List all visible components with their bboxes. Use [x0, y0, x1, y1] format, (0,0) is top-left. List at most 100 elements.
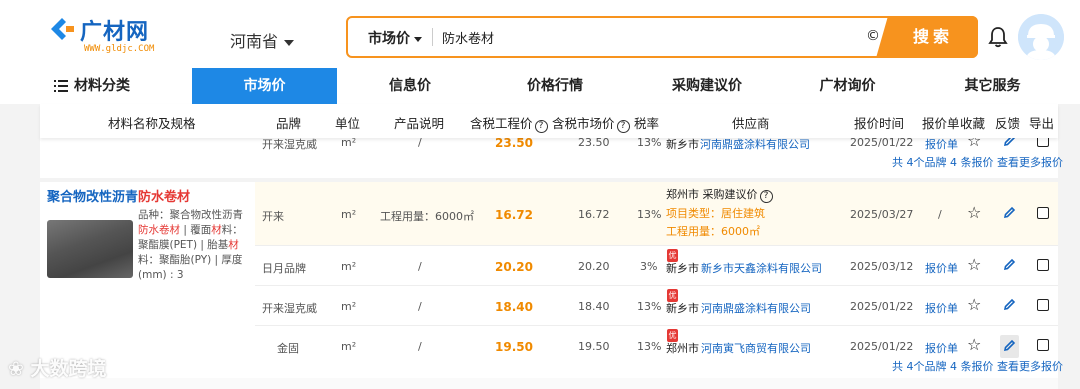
edit-icon[interactable] [1003, 206, 1016, 219]
province-label: 河南省 [230, 32, 279, 51]
cell-time: 2025/01/22 [850, 300, 914, 313]
star-icon[interactable]: ☆ [967, 297, 981, 313]
top-header: 广材网 WWW.gldjc.COM 河南省 市场价 © 搜索 [0, 0, 1080, 68]
watermark: ❀ 大数跨境 [8, 354, 107, 381]
nav-purchase-suggest[interactable]: 采购建议价 [652, 68, 762, 104]
nav-info-price[interactable]: 信息价 [360, 68, 460, 104]
cell-eng-price: 18.40 [495, 300, 533, 314]
edit-button[interactable] [1000, 335, 1019, 358]
quote-link[interactable]: 报价单 [925, 260, 958, 276]
cell-market-price: 18.40 [578, 300, 610, 313]
supplier-link[interactable]: 河南鼎盛涂料有限公司 [700, 136, 810, 152]
quote-link[interactable]: 报价单 [925, 340, 958, 356]
cell-market-price: 16.72 [578, 208, 610, 221]
cell-market-price: 19.50 [578, 340, 610, 353]
help-icon[interactable]: ? [534, 120, 548, 133]
product-image[interactable] [47, 220, 133, 278]
th-market-price-label: 含税市场价 [552, 116, 615, 131]
table-bottom-edge [40, 378, 1058, 389]
bell-icon[interactable] [988, 26, 1008, 48]
export-checkbox[interactable] [1037, 207, 1049, 219]
th-brand: 品牌 [276, 116, 302, 131]
th-feedback: 反馈 [995, 116, 1021, 131]
search-scope-dropdown[interactable]: 市场价 [368, 28, 422, 48]
cell-supplier-line1: 郑州市 采购建议价? [666, 186, 773, 203]
supplier-link[interactable]: 河南寅飞商贸有限公司 [701, 340, 811, 356]
product-title-link[interactable]: 聚合物改性沥青防水卷材 [47, 186, 190, 205]
cell-city: 新乡市 [666, 302, 699, 315]
edit-icon[interactable] [1003, 258, 1016, 271]
cell-brand: 金固 [277, 342, 299, 355]
star-icon[interactable]: ☆ [967, 337, 981, 353]
product-group: 聚合物改性沥青防水卷材 品种：聚合物改性沥青 防水卷材 | 覆面材料： 聚酯膜(… [40, 182, 1063, 378]
spec-text: | 覆面 [180, 224, 212, 236]
logo-text: 广材网 [80, 20, 150, 45]
search-button[interactable]: 搜索 [876, 16, 978, 58]
caret-down-icon [414, 36, 422, 42]
th-eng-price[interactable]: 含税工程价? [470, 113, 548, 133]
main-nav: 材料分类 市场价 信息价 价格行情 采购建议价 广材询价 其它服务 [0, 68, 1080, 104]
spec-highlight: 材 [228, 239, 239, 251]
cell-tax: 3% [640, 260, 658, 273]
spec-line: 品种：聚合物改性沥青 [138, 209, 243, 221]
spec-text: 料： [221, 224, 243, 236]
nav-price-trend[interactable]: 价格行情 [505, 68, 605, 104]
search-input[interactable] [442, 26, 842, 48]
help-icon[interactable]: ? [616, 120, 630, 133]
user-avatar[interactable] [1018, 14, 1064, 60]
star-icon[interactable]: ☆ [967, 205, 981, 221]
cell-time: 2025/03/12 [850, 260, 914, 273]
spec-line: 料：聚酯胎(PY) | 厚度 [138, 254, 243, 266]
help-icon[interactable]: ? [759, 190, 773, 203]
edit-icon[interactable] [1003, 298, 1016, 311]
cell-brand: 日月品牌 [262, 262, 306, 275]
nav-market-price[interactable]: 市场价 [192, 68, 337, 104]
cell-city: 郑州市 [666, 342, 699, 355]
th-tax: 税率 [634, 116, 660, 131]
search-box: 市场价 © 搜索 [346, 16, 978, 58]
cell-city: 新乡市 [666, 138, 699, 151]
th-export: 导出 [1029, 116, 1055, 131]
cell-tax: 13% [637, 208, 662, 221]
spec-line: 聚酯膜(PET) | 胎基材 [138, 238, 244, 253]
more-quotes-link[interactable]: 共 4个品牌 4 条报价 查看更多报价 [892, 154, 1063, 170]
cell-city: 新乡市 [666, 262, 699, 275]
table-row: 开来 m² 工程用量：6000㎡ 16.72 16.72 13% 郑州市 采购建… [255, 182, 1058, 246]
search-divider [432, 28, 433, 46]
more-quotes-link[interactable]: 共 4个品牌 4 条报价 查看更多报价 [892, 358, 1063, 374]
cell-time: 2025/03/27 [850, 208, 914, 221]
spec-line: 防水卷材 | 覆面材料： [138, 223, 244, 238]
edit-icon [1003, 339, 1016, 352]
cell-eng-price: 20.20 [495, 260, 533, 274]
supplier-link[interactable]: 新乡市天鑫涂料有限公司 [701, 260, 822, 276]
spec-highlight: 防水卷材 [138, 224, 180, 236]
supplier-link[interactable]: 河南鼎盛涂料有限公司 [701, 300, 811, 316]
export-checkbox[interactable] [1037, 299, 1049, 311]
province-selector[interactable]: 河南省 [230, 28, 295, 52]
spec-line: (mm) : 3 [138, 269, 184, 281]
quote-link[interactable]: 报价单 [925, 136, 958, 152]
th-market-price[interactable]: 含税市场价? [552, 113, 630, 133]
th-name: 材料名称及规格 [108, 116, 196, 131]
star-icon[interactable]: ☆ [967, 257, 981, 273]
nav-material-categories-label: 材料分类 [74, 78, 130, 94]
cell-desc: / [418, 260, 422, 273]
cell-tax: 13% [637, 340, 662, 353]
site-logo[interactable]: 广材网 WWW.gldjc.COM [48, 14, 178, 58]
watermark-logo-icon: ❀ [8, 358, 31, 380]
cell-desc: 工程用量：6000㎡ [380, 210, 474, 223]
cell-eng-price: 23.50 [495, 136, 533, 150]
menu-icon [54, 80, 68, 92]
export-checkbox[interactable] [1037, 339, 1049, 351]
nav-other-services[interactable]: 其它服务 [945, 68, 1040, 104]
watermark-text: 大数跨境 [30, 358, 107, 380]
quote-link[interactable]: 报价单 [925, 300, 958, 316]
export-checkbox[interactable] [1037, 259, 1049, 271]
cell-tax: 13% [637, 300, 662, 313]
spec-text: 聚酯膜(PET) | 胎基 [138, 239, 229, 251]
nav-inquiry[interactable]: 广材询价 [800, 68, 895, 104]
nav-material-categories[interactable]: 材料分类 [54, 68, 174, 104]
user-avatar-icon [1018, 14, 1064, 60]
product-spec: 品种：聚合物改性沥青 防水卷材 | 覆面材料： 聚酯膜(PET) | 胎基材 料… [138, 208, 244, 283]
th-time: 报价时间 [854, 116, 905, 131]
